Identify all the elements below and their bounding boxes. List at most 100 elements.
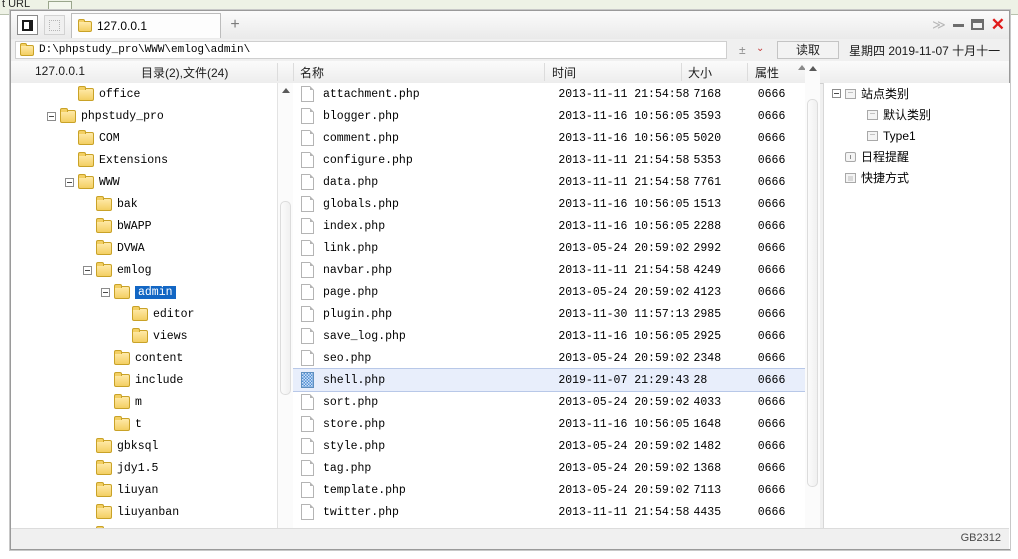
file-icon: [301, 284, 314, 300]
expander-minus-icon[interactable]: [65, 177, 74, 187]
site-tree-item[interactable]: 站点类别: [824, 83, 1010, 104]
site-tree-item[interactable]: 默认类别: [824, 104, 1010, 125]
panel-toggle-icon[interactable]: [17, 15, 38, 35]
tree-item-bak[interactable]: bak: [11, 193, 277, 215]
tree-item-t[interactable]: t: [11, 413, 277, 435]
table-row[interactable]: link.php 2013-05-24 20:59:02 2992 0666: [293, 237, 805, 259]
expander-minus-icon[interactable]: [83, 265, 92, 275]
column-header-attr[interactable]: 属性: [755, 64, 779, 81]
table-row[interactable]: blogger.php 2013-11-16 10:56:05 3593 0666: [293, 105, 805, 127]
table-row[interactable]: data.php 2013-11-11 21:54:58 7761 0666: [293, 171, 805, 193]
site-tree-item[interactable]: 日程提醒: [824, 146, 1010, 167]
path-value: D:\phpstudy_pro\WWW\emlog\admin\: [39, 44, 251, 56]
folder-icon: [96, 195, 112, 211]
cell-name: page.php: [323, 285, 379, 299]
table-row[interactable]: tag.php 2013-05-24 20:59:02 1368 0666: [293, 457, 805, 479]
minimize-button[interactable]: [952, 19, 964, 30]
site-category-tree[interactable]: 站点类别 默认类别 Type1 日程提醒快捷方式: [823, 83, 1010, 549]
column-header-name[interactable]: 名称: [300, 64, 324, 81]
expander-minus-icon[interactable]: [832, 89, 841, 98]
table-row[interactable]: store.php 2013-11-16 10:56:05 1648 0666: [293, 413, 805, 435]
table-row[interactable]: shell.php 2019-11-07 21:29:43 28 0666: [293, 368, 805, 392]
tree-item-extensions[interactable]: Extensions: [11, 149, 277, 171]
cell-time: 2013-11-16 10:56:05: [558, 219, 690, 233]
tree-item-com[interactable]: COM: [11, 127, 277, 149]
tree-item-jdy1-5[interactable]: jdy1.5: [11, 457, 277, 479]
table-row[interactable]: navbar.php 2013-11-11 21:54:58 4249 0666: [293, 259, 805, 281]
file-icon: [301, 504, 314, 520]
file-list-scrollbar[interactable]: [805, 61, 820, 549]
tree-item-label: bWAPP: [117, 219, 152, 233]
close-button[interactable]: ✕: [991, 16, 1005, 33]
tree-item-admin[interactable]: admin: [11, 281, 277, 303]
cell-size: 5353: [693, 153, 722, 167]
column-header-host[interactable]: 127.0.0.1: [35, 64, 85, 78]
tree-item-editor[interactable]: editor: [11, 303, 277, 325]
tree-item-liuyan[interactable]: liuyan: [11, 479, 277, 501]
tree-item-m[interactable]: m: [11, 391, 277, 413]
chevron-down-icon[interactable]: ⌄: [756, 43, 764, 54]
site-tree-item-label: 日程提醒: [861, 150, 910, 164]
table-row[interactable]: plugin.php 2013-11-30 11:57:13 2985 0666: [293, 303, 805, 325]
table-row[interactable]: configure.php 2013-11-11 21:54:58 5353 0666: [293, 149, 805, 171]
site-tree-item[interactable]: 快捷方式: [824, 167, 1010, 188]
file-icon: [301, 328, 314, 344]
list-scroll-thumb[interactable]: [807, 99, 818, 487]
column-header-time[interactable]: 时间: [552, 64, 576, 81]
table-row[interactable]: index.php 2013-11-16 10:56:05 2288 0666: [293, 215, 805, 237]
cell-name: blogger.php: [323, 109, 399, 123]
file-list[interactable]: attachment.php 2013-11-11 21:54:58 7168 066…: [293, 83, 805, 549]
cell-size: 5020: [693, 131, 722, 145]
expand-chevron-icon[interactable]: ≫: [932, 18, 946, 31]
folder-icon: [78, 85, 94, 101]
expander-minus-icon[interactable]: [47, 111, 56, 121]
cell-name: globals.php: [323, 197, 399, 211]
panel-toggle-glyph: [22, 19, 33, 31]
path-input[interactable]: D:\phpstudy_pro\WWW\emlog\admin\: [15, 41, 727, 59]
cell-time: 2013-05-24 20:59:02: [558, 351, 690, 365]
tree-item-include[interactable]: include: [11, 369, 277, 391]
tree-scroll-thumb[interactable]: [280, 201, 291, 395]
add-tab-button[interactable]: +: [227, 17, 243, 33]
tree-item-office[interactable]: office: [11, 83, 277, 105]
column-header-size[interactable]: 大小: [688, 64, 712, 81]
cell-time: 2013-11-16 10:56:05: [558, 197, 690, 211]
tree-scroll-up-button[interactable]: [278, 83, 293, 98]
expander-minus-icon[interactable]: [101, 287, 110, 297]
list-scroll-up-button[interactable]: [805, 61, 820, 76]
tree-item-gbksql[interactable]: gbksql: [11, 435, 277, 457]
tree-scrollbar[interactable]: [277, 83, 293, 549]
tree-item-content[interactable]: content: [11, 347, 277, 369]
table-row[interactable]: save_log.php 2013-11-16 10:56:05 2925 0666: [293, 325, 805, 347]
cell-time: 2013-11-16 10:56:05: [558, 109, 690, 123]
table-row[interactable]: seo.php 2013-05-24 20:59:02 2348 0666: [293, 347, 805, 369]
tree-item-dvwa[interactable]: DVWA: [11, 237, 277, 259]
plus-minus-icon[interactable]: ±: [739, 43, 746, 57]
table-row[interactable]: twitter.php 2013-11-11 21:54:58 4435 0666: [293, 501, 805, 523]
tree-item-bwapp[interactable]: bWAPP: [11, 215, 277, 237]
maximize-button[interactable]: [970, 18, 984, 30]
cell-size: 1368: [693, 461, 722, 475]
tree-item-phpstudy-pro[interactable]: phpstudy_pro: [11, 105, 277, 127]
site-tree-item[interactable]: Type1: [824, 125, 1010, 146]
table-row[interactable]: style.php 2013-05-24 20:59:02 1482 0666: [293, 435, 805, 457]
tree-item-views[interactable]: views: [11, 325, 277, 347]
tab-127-0-0-1[interactable]: 127.0.0.1: [71, 13, 221, 38]
table-row[interactable]: comment.php 2013-11-16 10:56:05 5020 0666: [293, 127, 805, 149]
tree-item-emlog[interactable]: emlog: [11, 259, 277, 281]
panel-toggle-dim-icon[interactable]: [44, 15, 65, 35]
table-row[interactable]: template.php 2013-05-24 20:59:02 7113 0666: [293, 479, 805, 501]
table-row[interactable]: sort.php 2013-05-24 20:59:02 4033 0666: [293, 391, 805, 413]
read-button[interactable]: 读取: [777, 41, 839, 59]
table-row[interactable]: attachment.php 2013-11-11 21:54:58 7168 066…: [293, 83, 805, 105]
site-tree-item-label: Type1: [883, 128, 916, 143]
table-row[interactable]: globals.php 2013-11-16 10:56:05 1513 0666: [293, 193, 805, 215]
table-row[interactable]: page.php 2013-05-24 20:59:02 4123 0666: [293, 281, 805, 303]
tree-item-www[interactable]: WWW: [11, 171, 277, 193]
tree-item-liuyanban[interactable]: liuyanban: [11, 501, 277, 523]
directory-tree[interactable]: office phpstudy_pro COM Extensions WWW bak bWA…: [11, 83, 278, 549]
